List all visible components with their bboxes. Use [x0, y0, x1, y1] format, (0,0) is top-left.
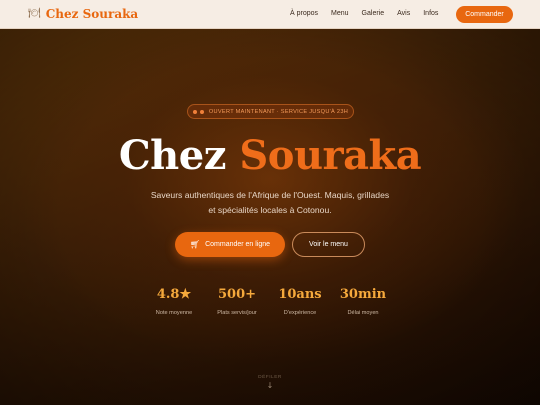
stat-rating: 4.8★ Note moyenne	[139, 287, 209, 318]
nav-link-a-propos[interactable]: À propos	[290, 9, 318, 19]
nav-link-infos[interactable]: Infos	[423, 9, 438, 19]
view-menu-button[interactable]: Voir le menu	[292, 232, 365, 257]
nav-link-galerie[interactable]: Galerie	[362, 9, 385, 19]
hero-tagline: Saveurs authentiques de l'Afrique de l'O…	[150, 190, 390, 215]
order-online-label: Commander en ligne	[205, 241, 271, 248]
stat-label: Délai moyen	[347, 310, 379, 316]
stat-delay: 30min Délai moyen	[328, 287, 398, 318]
hero-title: Chez Souraka	[0, 131, 540, 181]
brand[interactable]: 🍽 Chez Souraka	[28, 6, 138, 22]
cart-icon: 🛒︎	[189, 240, 201, 249]
stat-dishes: 500+ Plats servis/jour	[202, 287, 272, 318]
stat-value: 30min	[339, 287, 387, 302]
arrow-down-icon: ↓	[266, 381, 274, 390]
stat-value: 10ans	[278, 287, 322, 302]
plate-cutlery-icon: 🍽	[28, 8, 41, 19]
stat-value: 500+	[217, 287, 257, 302]
stat-experience: 10ans D'expérience	[265, 287, 335, 318]
stat-value: 4.8★	[156, 287, 192, 302]
open-status-badge: OUVERT MAINTENANT · SERVICE JUSQU'À 23H	[187, 104, 354, 119]
stat-label: D'expérience	[283, 310, 317, 316]
hero-section: OUVERT MAINTENANT · SERVICE JUSQU'À 23H …	[0, 29, 540, 405]
brand-name: Chez Souraka	[45, 7, 139, 21]
status-dot	[192, 109, 197, 114]
scroll-label: DÉFILER	[258, 375, 282, 380]
nav-link-avis[interactable]: Avis	[397, 9, 410, 19]
hero-title-white: Chez	[118, 132, 227, 179]
badge-text: OUVERT MAINTENANT · SERVICE JUSQU'À 23H	[208, 108, 349, 115]
nav-link-menu[interactable]: Menu	[331, 9, 349, 19]
stat-label: Plats servis/jour	[217, 310, 257, 316]
top-navbar: 🍽 Chez Souraka À propos Menu Galerie Avi…	[0, 0, 540, 29]
status-dot	[199, 109, 204, 114]
order-nav-button[interactable]: Commander	[456, 6, 513, 23]
stat-label: Note moyenne	[155, 310, 193, 316]
scroll-indicator[interactable]: DÉFILER ↓	[240, 374, 300, 391]
order-online-button[interactable]: 🛒︎ Commander en ligne	[175, 232, 285, 257]
hero-title-orange: Souraka	[239, 132, 422, 179]
nav-links: À propos Menu Galerie Avis Infos	[290, 9, 451, 19]
